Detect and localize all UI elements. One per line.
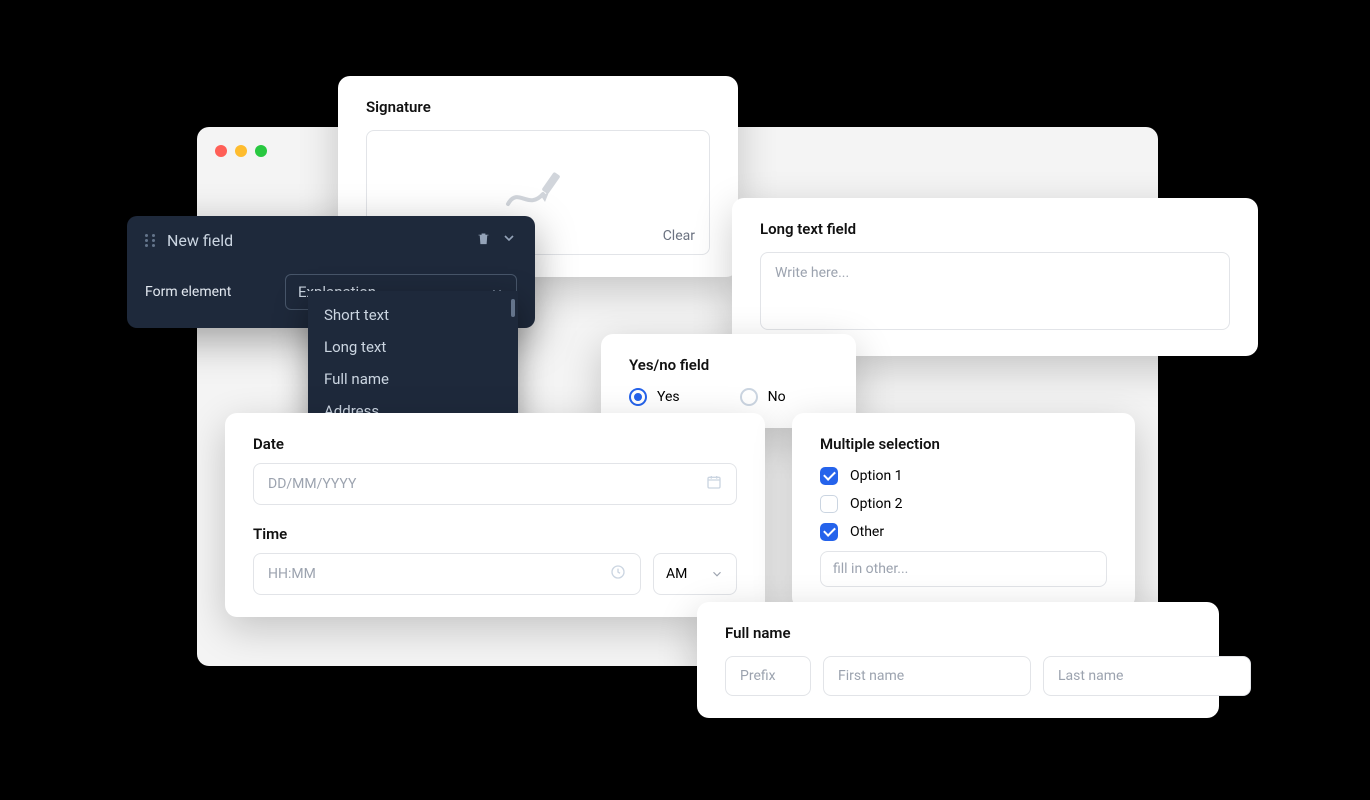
date-title: Date [253,435,737,453]
yes-radio[interactable]: Yes [629,388,680,406]
ampm-select[interactable]: AM [653,553,737,595]
no-radio[interactable]: No [740,388,786,406]
dropdown-option[interactable]: Long text [308,331,518,363]
long-text-input[interactable] [760,252,1230,330]
calendar-icon [706,474,722,494]
checkbox-icon [820,523,838,541]
date-time-card: Date DD/MM/YYYY Time HH:MM AM [225,413,765,617]
multi-opt1-label: Option 1 [850,468,903,484]
full-name-title: Full name [725,624,1191,642]
close-dot[interactable] [215,145,227,157]
minimize-dot[interactable] [235,145,247,157]
first-name-input[interactable] [823,656,1031,696]
checkbox-icon [820,467,838,485]
multi-other-label: Other [850,524,884,540]
new-field-title: New field [167,231,466,250]
dropdown-option[interactable]: Short text [308,299,518,331]
radio-icon [629,388,647,406]
maximize-dot[interactable] [255,145,267,157]
no-label: No [768,389,786,405]
drag-handle-icon[interactable] [145,234,157,247]
signature-title: Signature [366,98,710,116]
checkbox-icon [820,495,838,513]
full-name-card: Full name [697,602,1219,718]
multi-option-2[interactable]: Option 2 [820,495,1107,513]
signature-icon [503,166,573,220]
long-text-card: Long text field [732,198,1258,356]
multi-option-other[interactable]: Other [820,523,1107,541]
last-name-input[interactable] [1043,656,1251,696]
chevron-down-icon[interactable] [501,230,517,250]
dropdown-option[interactable]: Full name [308,363,518,395]
clock-icon [610,564,626,584]
time-placeholder: HH:MM [268,566,316,582]
multi-opt2-label: Option 2 [850,496,903,512]
date-placeholder: DD/MM/YYYY [268,476,356,492]
trash-icon[interactable] [476,231,491,250]
date-input[interactable]: DD/MM/YYYY [253,463,737,505]
yes-no-title: Yes/no field [629,356,828,374]
ampm-value: AM [666,566,687,582]
time-input[interactable]: HH:MM [253,553,641,595]
radio-icon [740,388,758,406]
time-title: Time [253,525,737,543]
yes-label: Yes [657,389,680,405]
multi-title: Multiple selection [820,435,1107,453]
multi-other-input[interactable]: fill in other... [820,551,1107,587]
multi-select-card: Multiple selection Option 1 Option 2 Oth… [792,413,1135,609]
multi-option-1[interactable]: Option 1 [820,467,1107,485]
prefix-input[interactable] [725,656,811,696]
signature-clear-button[interactable]: Clear [663,228,695,244]
form-element-label: Form element [145,284,265,300]
long-text-title: Long text field [760,220,1230,238]
